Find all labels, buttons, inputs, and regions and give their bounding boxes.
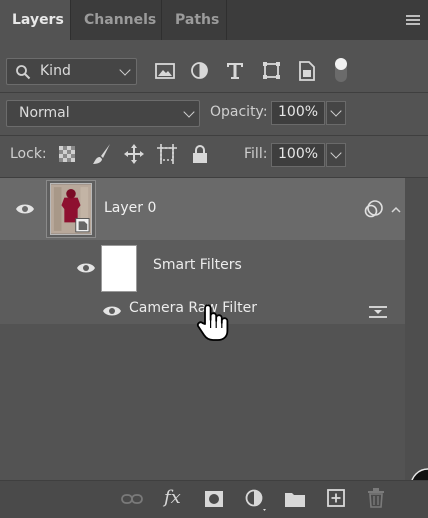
lock-artboard-icon[interactable] bbox=[156, 143, 178, 165]
panel-tab-bar: Layers Channels Paths bbox=[0, 0, 428, 40]
filter-toggle-icon[interactable] bbox=[333, 56, 349, 84]
opacity-dropdown[interactable] bbox=[326, 101, 346, 125]
chevron-down-icon bbox=[119, 64, 131, 76]
fill-input[interactable]: 100% bbox=[271, 143, 325, 167]
opacity-input[interactable]: 100% bbox=[271, 101, 325, 125]
visibility-eye-icon[interactable] bbox=[102, 304, 122, 318]
add-layer-style-button[interactable]: fx bbox=[164, 487, 181, 508]
type-layer-filter-icon[interactable] bbox=[226, 61, 244, 80]
lock-label: Lock: bbox=[10, 146, 47, 162]
link-layers-icon[interactable] bbox=[121, 492, 143, 506]
smart-filter-indicator-icon bbox=[364, 200, 383, 218]
fill-dropdown[interactable] bbox=[326, 143, 346, 167]
tab-paths[interactable]: Paths bbox=[163, 0, 227, 40]
opacity-label: Opacity: bbox=[210, 104, 268, 120]
layer-row-layer-0[interactable]: Layer 0 bbox=[0, 178, 405, 240]
delete-layer-icon[interactable] bbox=[367, 488, 385, 508]
filter-kind-select[interactable]: Kind bbox=[6, 58, 137, 85]
smart-object-filter-icon[interactable] bbox=[298, 61, 316, 81]
layer-name[interactable]: Layer 0 bbox=[104, 200, 156, 216]
camera-raw-filter-label[interactable]: Camera Raw Filter bbox=[129, 300, 257, 316]
fill-label: Fill: bbox=[244, 146, 268, 162]
collapse-effects-icon[interactable] bbox=[391, 206, 401, 213]
hand-cursor-icon bbox=[196, 304, 229, 341]
pixel-layer-filter-icon[interactable] bbox=[155, 62, 175, 80]
adjustment-layer-filter-icon[interactable] bbox=[190, 61, 209, 80]
new-layer-icon[interactable] bbox=[327, 489, 345, 507]
visibility-eye-icon[interactable] bbox=[76, 261, 96, 275]
search-icon bbox=[16, 65, 31, 80]
panel-menu-icon[interactable] bbox=[406, 15, 420, 26]
layer-thumbnail bbox=[50, 183, 92, 235]
blend-mode-select[interactable]: Normal bbox=[6, 100, 200, 127]
shape-layer-filter-icon[interactable] bbox=[262, 61, 281, 80]
lock-all-icon[interactable] bbox=[192, 144, 208, 164]
chevron-down-icon bbox=[183, 106, 195, 118]
smart-filters-label: Smart Filters bbox=[153, 257, 242, 273]
layers-bottom-toolbar: fx bbox=[0, 480, 428, 518]
chevron-down-icon bbox=[330, 105, 342, 117]
lock-position-icon[interactable] bbox=[123, 143, 145, 165]
adjustment-layer-icon[interactable] bbox=[245, 489, 269, 513]
add-mask-icon[interactable] bbox=[204, 490, 224, 508]
smart-filter-mask-thumbnail[interactable] bbox=[101, 245, 137, 292]
lock-transparent-pixels-icon[interactable] bbox=[59, 146, 75, 162]
visibility-eye-icon[interactable] bbox=[15, 202, 35, 216]
new-group-folder-icon[interactable] bbox=[284, 490, 306, 508]
layers-scrollbar[interactable] bbox=[405, 178, 428, 480]
blend-mode-value: Normal bbox=[19, 105, 70, 121]
lock-image-pixels-icon[interactable] bbox=[92, 143, 112, 165]
tab-channels[interactable]: Channels bbox=[72, 0, 162, 40]
filter-blending-options-icon[interactable] bbox=[368, 304, 388, 320]
chevron-down-icon bbox=[330, 147, 342, 159]
filter-kind-label: Kind bbox=[40, 63, 71, 79]
tab-layers[interactable]: Layers bbox=[0, 0, 71, 40]
